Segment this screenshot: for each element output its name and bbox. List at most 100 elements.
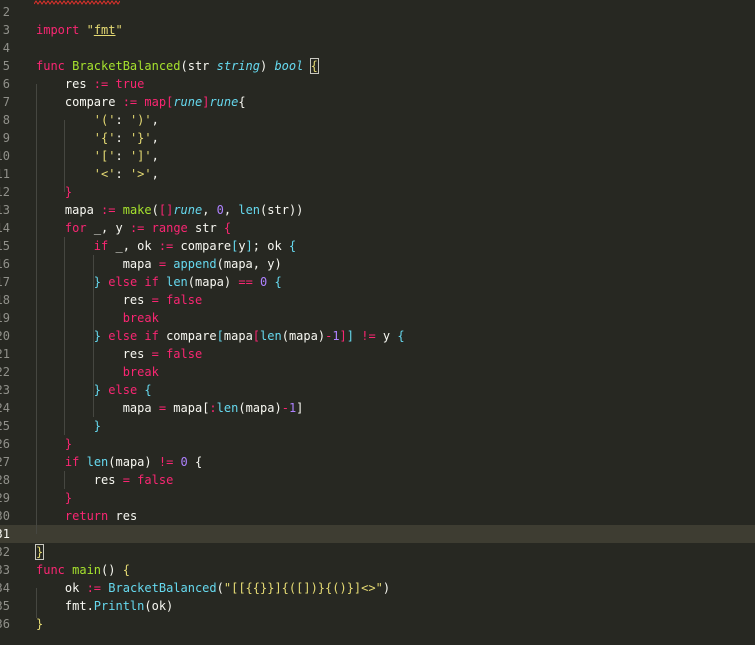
code-text[interactable]: } [36,183,72,201]
code-line[interactable]: 13 mapa := make([]rune, 0, len(str)) [0,201,755,219]
code-token: '}' [129,131,152,145]
code-text[interactable]: res := true [36,75,145,93]
code-line[interactable]: 9 '{': '}', [0,129,755,147]
line-number: 26 [0,437,10,451]
code-token: append [173,257,217,271]
code-line[interactable]: 5 func BracketBalanced(str string) bool { [0,57,755,75]
code-text[interactable]: break [36,363,159,381]
code-token: : [209,401,217,415]
code-text[interactable]: } else if compare[mapa[len(mapa)-1]] != … [36,327,405,345]
code-text[interactable]: } [36,417,101,435]
code-line[interactable]: 11 '<': '>', [0,165,755,183]
code-line[interactable]: 14 for _, y := range str { [0,219,755,237]
line-number: 19 [0,311,10,325]
code-line[interactable]: 33 func main() { [0,561,755,579]
code-token: str [187,221,224,235]
code-line[interactable]: 21 res = false [0,345,755,363]
indent-guide [36,588,37,618]
code-token: = [151,293,159,307]
code-token: '(' [93,113,116,127]
code-token: = [122,473,130,487]
code-line[interactable]: 32} [0,543,755,561]
line-number: 21 [0,347,10,361]
code-line[interactable]: 29 } [0,489,755,507]
code-line[interactable]: 19 break [0,309,755,327]
code-text[interactable]: fmt.Println(ok) [36,597,173,615]
code-line[interactable]: 27 if len(mapa) != 0 { [0,453,755,471]
code-line[interactable]: 10 '[': ']', [0,147,755,165]
line-number: 18 [0,293,10,307]
indent-guide [64,120,65,192]
code-token: len [260,329,282,343]
code-text[interactable]: if _, ok := compare[y]; ok { [36,237,296,255]
code-line[interactable]: 22 break [0,363,755,381]
code-line[interactable]: 12 } [0,183,755,201]
code-text[interactable]: import "fmt" [36,21,123,39]
line-number: 36 [0,617,10,631]
code-text[interactable]: res = false [36,291,203,309]
code-text[interactable]: } [36,615,43,633]
code-text[interactable]: mapa = mapa[:len(mapa)-1] [36,399,304,417]
code-text[interactable]: compare := map[rune]rune{ [36,93,246,111]
code-token: 0 [180,455,188,469]
code-line[interactable]: 25 } [0,417,755,435]
code-token: (mapa) [238,401,282,415]
code-text[interactable]: func main() { [36,561,130,579]
code-line[interactable]: 18 res = false [0,291,755,309]
code-line[interactable]: 17 } else if len(mapa) == 0 { [0,273,755,291]
code-editor[interactable]: 2 3 import "fmt" 4 5 func BracketBalanced(str… [0,0,755,645]
code-text[interactable]: } [36,489,72,507]
code-token: != [158,455,174,469]
code-line[interactable]: 4 [0,39,755,57]
code-line[interactable]: 36} [0,615,755,633]
code-text[interactable]: mapa := make([]rune, 0, len(str)) [36,201,304,219]
code-token: break [122,311,159,325]
code-text[interactable]: } else if len(mapa) == 0 { [36,273,282,291]
code-text[interactable]: '<': '>', [36,165,159,183]
code-text[interactable]: } [34,543,45,561]
code-line[interactable]: 26 } [0,435,755,453]
code-line[interactable]: 20 } else if compare[mapa[len(mapa)-1]] … [0,327,755,345]
code-line[interactable]: 23 } else { [0,381,755,399]
code-token: ; ok [252,239,289,253]
code-text[interactable]: } [36,435,72,453]
code-line[interactable]: 3 import "fmt" [0,21,755,39]
code-text[interactable]: if len(mapa) != 0 { [36,453,202,471]
code-token: (ok) [144,599,174,613]
code-text[interactable]: for _, y := range str { [36,219,231,237]
code-line[interactable]: 30 return res [0,507,755,525]
code-text[interactable]: res = false [36,345,203,363]
code-text[interactable]: return res [36,507,137,525]
code-text[interactable]: break [36,309,159,327]
line-number: 31 [0,527,10,541]
line-number: 29 [0,491,10,505]
code-token: (mapa) [281,329,326,343]
code-line[interactable]: 35 fmt.Println(ok) [0,597,755,615]
code-text[interactable]: '(': ')', [36,111,159,129]
code-line[interactable]: 34 ok := BracketBalanced("[[{{}}]{([])}{… [0,579,755,597]
code-text[interactable]: ok := BracketBalanced("[[{{}}]{([])}{()}… [36,579,390,597]
code-text[interactable]: '[': ']', [36,147,159,165]
code-line[interactable]: 31 [0,525,755,543]
code-line[interactable]: 7 compare := map[rune]rune{ [0,93,755,111]
code-token: string [216,59,260,73]
code-token: ) [259,59,275,73]
code-text[interactable]: mapa = append(mapa, y) [36,255,282,273]
code-text[interactable]: res = false [36,471,174,489]
code-line[interactable]: 15 if _, ok := compare[y]; ok { [0,237,755,255]
code-token: rune [173,203,203,217]
code-token: , [151,131,159,145]
code-text[interactable]: '{': '}', [36,129,159,147]
code-line[interactable]: 28 res = false [0,471,755,489]
code-text[interactable]: func BracketBalanced(str string) bool { [36,57,319,75]
code-line[interactable]: 16 mapa = append(mapa, y) [0,255,755,273]
code-token: else [108,383,138,397]
code-line[interactable]: 2 [0,3,755,21]
code-line[interactable]: 6 res := true [0,75,755,93]
code-line[interactable]: 24 mapa = mapa[:len(mapa)-1] [0,399,755,417]
code-line[interactable]: 8 '(': ')', [0,111,755,129]
